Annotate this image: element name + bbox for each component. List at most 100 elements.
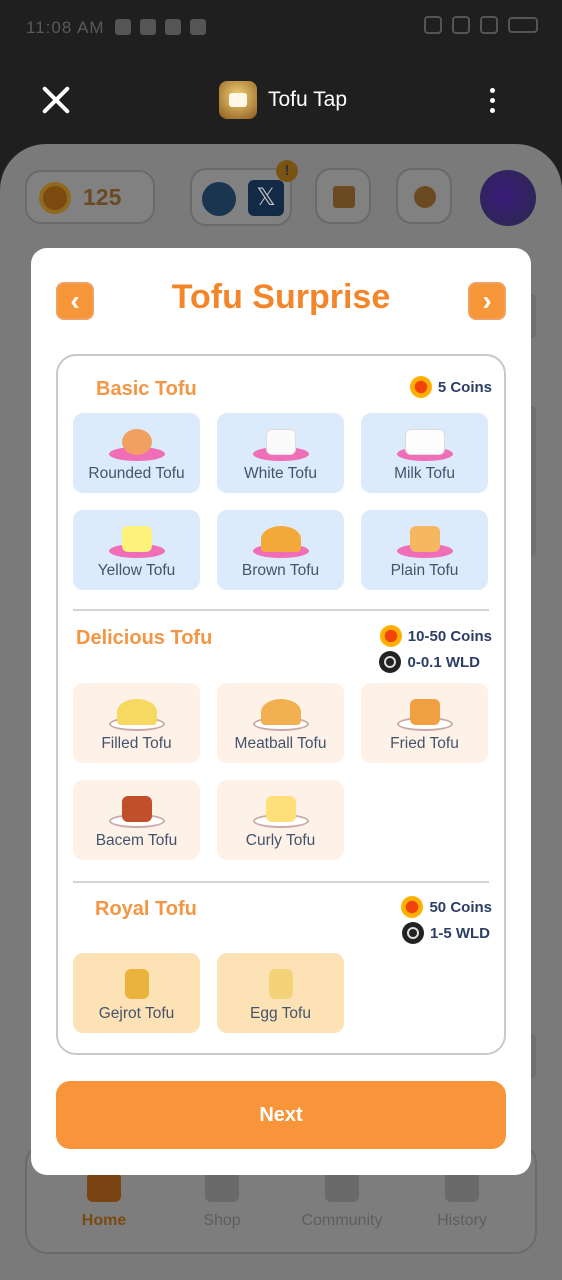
tofu-item-label: Filled Tofu [101,735,172,752]
plain-tofu-icon [397,522,453,558]
worldcoin-icon [379,651,402,673]
worldcoin-icon [402,922,424,944]
reward-text: 50 Coins [429,898,492,916]
tofu-item[interactable]: Rounded Tofu [73,413,200,493]
x-icon[interactable]: 𝕏 [248,180,284,216]
nav-community-label: Community [301,1212,383,1229]
cart-icon [205,1172,239,1202]
nav-home[interactable]: Home [49,1172,159,1230]
section-title-basic: Basic Tofu [96,378,197,400]
badge-icon [445,1172,479,1202]
notification-icon [115,19,131,35]
reward-text: 1-5 WLD [430,924,490,942]
close-icon[interactable] [40,84,72,116]
reward-text: 0-0.1 WLD [407,653,480,671]
signal-icon [452,16,470,34]
tofu-item-label: Gejrot Tofu [98,1005,175,1022]
tofu-item-label: Egg Tofu [250,1005,311,1022]
nav-history-label: History [437,1212,487,1229]
meatball-tofu-icon [253,695,309,731]
status-icons [424,16,538,34]
tofu-item-label: Bacem Tofu [95,832,178,849]
section-divider [73,609,489,611]
nav-history[interactable]: History [407,1172,517,1230]
reward-text: 5 Coins [437,378,492,396]
tofu-item[interactable]: Filled Tofu [73,683,200,763]
bacem-tofu-icon [109,792,165,828]
telegram-status-icon [190,19,206,35]
nav-shop[interactable]: Shop [167,1172,277,1230]
tofu-item-label: Milk Tofu [394,465,455,482]
white-tofu-icon [253,425,309,461]
egg-tofu-icon [253,965,309,1001]
reward-delicious-wld: 0-0.1 WLD [379,651,480,673]
next-button[interactable]: Next [56,1081,506,1149]
tofu-item[interactable]: Plain Tofu [361,510,488,590]
tofu-item[interactable]: Bacem Tofu [73,780,200,860]
milk-tofu-icon [397,425,453,461]
tofu-surprise-modal: ‹ Tofu Surprise › Basic Tofu 5 Coins Rou… [31,248,531,1175]
tofu-item-label: Plain Tofu [390,562,459,579]
tofu-item[interactable]: Milk Tofu [361,413,488,493]
coin-balance: 125 [25,170,155,224]
tofu-item[interactable]: Fried Tofu [361,683,488,763]
tofu-list-card: Basic Tofu 5 Coins Rounded Tofu White To… [56,354,506,1055]
section-title-delicious: Delicious Tofu [76,627,213,649]
settings-button[interactable] [396,168,452,224]
gear-icon [414,186,436,208]
app-logo-icon [219,81,257,119]
tofu-item[interactable]: Egg Tofu [217,953,344,1033]
alarm-icon [424,16,442,34]
tofu-item-label: Fried Tofu [390,735,459,752]
people-icon [325,1172,359,1202]
section-title-royal: Royal Tofu [95,898,197,920]
tofu-item[interactable]: Meatball Tofu [217,683,344,763]
app-title: Tofu Tap [268,88,348,111]
fried-tofu-icon [397,695,453,731]
tofu-item[interactable]: White Tofu [217,413,344,493]
reward-royal-wld: 1-5 WLD [402,922,490,944]
battery-icon [508,17,538,33]
rounded-tofu-icon [109,425,165,461]
wifi-icon [480,16,498,34]
tofu-item[interactable]: Curly Tofu [217,780,344,860]
section-divider [73,881,489,883]
tiktok-icon [140,19,156,35]
tofu-item[interactable]: Brown Tofu [217,510,344,590]
reward-text: 10-50 Coins [407,627,492,645]
more-options-icon[interactable] [490,88,496,116]
status-time: 11:08 AM [26,18,105,37]
home-icon [87,1172,121,1202]
next-arrow-button[interactable]: › [468,282,506,320]
tofu-item-label: Rounded Tofu [88,465,185,482]
tofu-item-label: Meatball Tofu [234,735,327,752]
modal-title: Tofu Surprise [171,278,391,316]
filled-tofu-icon [109,695,165,731]
nav-shop-label: Shop [203,1212,241,1229]
app-titlebar: Tofu Tap [0,58,562,144]
leaderboard-button[interactable] [315,168,371,224]
nav-community[interactable]: Community [287,1172,397,1230]
social-links[interactable]: 𝕏 ! [190,160,298,226]
telegram-icon[interactable] [202,182,236,216]
bar-chart-icon [333,186,355,208]
reward-delicious-coins: 10-50 Coins [379,625,492,647]
curly-tofu-icon [253,792,309,828]
reward-royal-coins: 50 Coins [401,896,492,918]
tofu-item-label: Yellow Tofu [97,562,176,579]
tofu-item-label: White Tofu [244,465,317,482]
tofu-item-label: Curly Tofu [245,832,316,849]
tofu-item-label: Brown Tofu [241,562,320,579]
status-bar: 11:08 AM [0,0,562,58]
coin-icon [409,376,432,398]
tofu-item[interactable]: Gejrot Tofu [73,953,200,1033]
coin-icon [379,625,402,647]
avatar[interactable] [480,170,536,226]
gejrot-tofu-icon [109,965,165,1001]
coin-icon [39,182,71,214]
alert-badge: ! [276,160,298,182]
tofu-item[interactable]: Yellow Tofu [73,510,200,590]
coin-count: 125 [83,184,122,210]
reward-basic-coins: 5 Coins [409,376,492,398]
nav-home-label: Home [81,1212,127,1229]
